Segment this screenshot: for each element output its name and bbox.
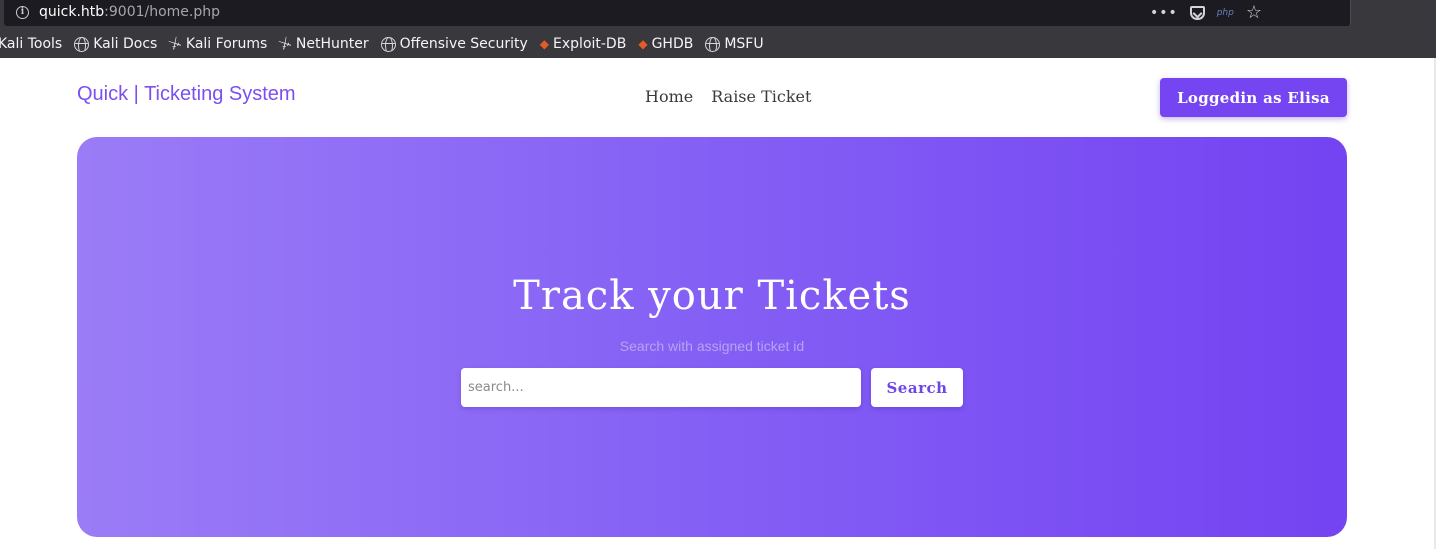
bookmark-kali-tools[interactable]: Kali Tools [0,36,62,52]
exploit-db-icon: ◆ [539,37,550,51]
bookmark-label: Offensive Security [399,36,528,52]
globe-icon [74,36,90,52]
bookmark-label: Exploit-DB [553,36,627,52]
bookmark-msfu[interactable]: MSFU [705,36,764,52]
url-text[interactable]: quick.htb:9001/home.php [39,4,220,20]
bookmark-kali-forums[interactable]: ⚔ Kali Forums [166,33,268,55]
hero-panel: Track your Tickets Search with assigned … [77,137,1347,537]
more-dots-icon[interactable]: ••• [1150,6,1178,20]
bookmark-label: Kali Tools [0,36,63,52]
bookmark-kali-docs[interactable]: Kali Docs [74,36,157,52]
star-icon[interactable]: ☆ [1246,4,1262,22]
bookmark-ghdb[interactable]: ◆ GHDB [638,36,693,52]
php-badge[interactable]: php [1217,8,1234,18]
dragon-icon: ⚔ [276,33,296,55]
site-brand[interactable]: Quick | Ticketing System [77,83,296,106]
bookmark-exploit-db[interactable]: ◆ Exploit-DB [540,36,627,52]
info-icon[interactable]: i [16,6,29,19]
bookmark-label: MSFU [724,36,764,52]
globe-icon [380,36,396,52]
browser-chrome: i quick.htb:9001/home.php ••• php ☆ Kali… [0,0,1436,58]
bookmark-label: Kali Forums [185,36,268,52]
logged-in-button[interactable]: Loggedin as Elisa [1160,78,1347,117]
url-bar[interactable]: i quick.htb:9001/home.php ••• php ☆ [4,0,1351,26]
bookmark-label: GHDB [651,36,694,52]
bookmarks-toolbar: Kali Tools Kali Docs ⚔ Kali Forums ⚔ NetHu… [0,33,776,55]
hero-subtitle: Search with assigned ticket id [619,338,805,354]
page-content: Quick | Ticketing System Home Raise Tick… [0,58,1436,549]
dragon-icon: ⚔ [166,33,186,55]
url-path: :9001/home.php [104,4,221,20]
bookmark-label: Kali Docs [93,36,158,52]
bookmark-offensive-security[interactable]: Offensive Security [380,36,528,52]
url-host: quick.htb [39,4,105,20]
hero-title: Track your Tickets [513,273,911,319]
nav-home[interactable]: Home [645,87,693,106]
main-nav: Home Raise Ticket [645,87,811,106]
nav-raise-ticket[interactable]: Raise Ticket [711,87,811,106]
globe-icon [705,36,721,52]
ticket-search-input[interactable] [461,368,861,407]
pocket-icon[interactable] [1189,6,1205,20]
bookmark-nethunter[interactable]: ⚔ NetHunter [276,33,369,55]
exploit-db-icon: ◆ [638,37,648,51]
bookmark-label: NetHunter [295,36,369,52]
url-actions: ••• php ☆ [1150,3,1262,23]
search-button[interactable]: Search [871,368,963,407]
